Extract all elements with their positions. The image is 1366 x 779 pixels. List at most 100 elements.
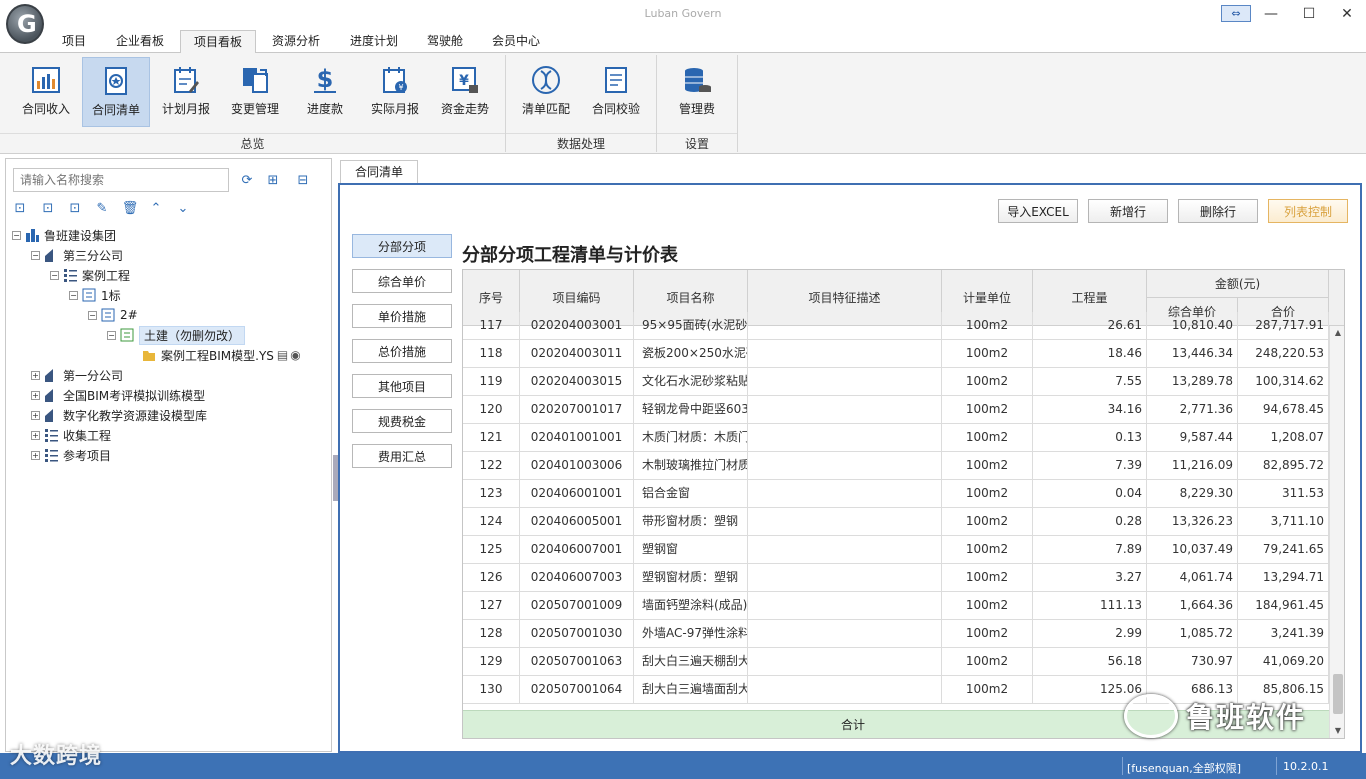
tab-contract-list[interactable]: 合同清单 bbox=[340, 160, 419, 184]
cell-seq[interactable]: 122 bbox=[463, 452, 520, 479]
cell-seq[interactable]: 129 bbox=[463, 648, 520, 675]
table-row[interactable]: 129 020507001063 刮大白三遍天棚刮大 100m2 56.18 730.97… bbox=[463, 648, 1329, 676]
expand-icon[interactable]: + bbox=[31, 390, 40, 400]
cell-description[interactable] bbox=[748, 564, 942, 591]
model-info-icon[interactable]: ▤ bbox=[277, 348, 288, 362]
move-up-icon[interactable]: ⌃ bbox=[147, 199, 165, 217]
cell-seq[interactable]: 130 bbox=[463, 676, 520, 703]
model-view-icon[interactable]: ◉ bbox=[290, 348, 300, 362]
cell-total[interactable]: 79,241.65 bbox=[1238, 536, 1329, 563]
cell-total[interactable]: 3,711.10 bbox=[1238, 508, 1329, 535]
cell-quantity[interactable]: 56.18 bbox=[1033, 648, 1147, 675]
cell-seq[interactable]: 123 bbox=[463, 480, 520, 507]
cell-total[interactable]: 41,069.20 bbox=[1238, 648, 1329, 675]
table-row[interactable]: 120 020207001017 轻钢龙骨中距竖603 100m2 34.16 2,771… bbox=[463, 396, 1329, 424]
contract-list-button[interactable]: 合同清单 bbox=[82, 57, 150, 127]
collapse-all-icon[interactable]: ⊟ bbox=[294, 171, 312, 189]
maximize-button[interactable]: ☐ bbox=[1290, 0, 1328, 28]
expand-icon[interactable]: + bbox=[31, 430, 40, 440]
cell-quantity[interactable]: 3.27 bbox=[1033, 564, 1147, 591]
tree-node[interactable]: − 鲁班建设集团 bbox=[12, 225, 116, 245]
cell-total[interactable]: 1,208.07 bbox=[1238, 424, 1329, 451]
tree-node-selected[interactable]: − 土建（勿删勿改） bbox=[107, 325, 246, 345]
cell-description[interactable] bbox=[748, 312, 942, 339]
cell-description[interactable] bbox=[748, 592, 942, 619]
table-row[interactable]: 117 020204003001 95×95面砖(水泥砂浆 100m2 26.61 10,… bbox=[463, 312, 1329, 340]
tab-project-board[interactable]: 项目看板 bbox=[180, 30, 256, 54]
add-unit-icon[interactable]: ⊡ bbox=[66, 199, 84, 217]
cell-total[interactable]: 82,895.72 bbox=[1238, 452, 1329, 479]
cell-seq[interactable]: 126 bbox=[463, 564, 520, 591]
cell-code[interactable]: 020204003011 bbox=[520, 340, 634, 367]
cell-quantity[interactable]: 7.55 bbox=[1033, 368, 1147, 395]
sidebtn-unit-price-measures[interactable]: 单价措施 bbox=[352, 304, 452, 328]
scroll-up-icon[interactable]: ▲ bbox=[1330, 326, 1344, 340]
cell-code[interactable]: 020204003001 bbox=[520, 312, 634, 339]
cell-unit-price[interactable]: 13,289.78 bbox=[1147, 368, 1238, 395]
cell-description[interactable] bbox=[748, 536, 942, 563]
add-row-button[interactable]: 新增行 bbox=[1088, 199, 1168, 223]
cell-unit[interactable]: 100m2 bbox=[942, 368, 1033, 395]
sidebtn-other-items[interactable]: 其他项目 bbox=[352, 374, 452, 398]
expand-icon[interactable]: + bbox=[31, 370, 40, 380]
cell-seq[interactable]: 124 bbox=[463, 508, 520, 535]
cell-code[interactable]: 020204003015 bbox=[520, 368, 634, 395]
sidebtn-total-price-measures[interactable]: 总价措施 bbox=[352, 339, 452, 363]
refresh-icon[interactable]: ⟳ bbox=[238, 171, 256, 189]
cell-description[interactable] bbox=[748, 340, 942, 367]
cell-description[interactable] bbox=[748, 396, 942, 423]
swap-icon[interactable]: ⇔ bbox=[1221, 5, 1251, 22]
cell-code[interactable]: 020507001063 bbox=[520, 648, 634, 675]
cell-unit-price[interactable]: 11,216.09 bbox=[1147, 452, 1238, 479]
change-management-button[interactable]: 变更管理 bbox=[222, 57, 288, 127]
delete-icon[interactable]: 🗑 bbox=[121, 199, 139, 217]
cell-total[interactable]: 3,241.39 bbox=[1238, 620, 1329, 647]
cell-unit[interactable]: 100m2 bbox=[942, 340, 1033, 367]
expand-icon[interactable]: + bbox=[31, 450, 40, 460]
import-excel-button[interactable]: 导入EXCEL bbox=[998, 199, 1078, 223]
contract-income-button[interactable]: 合同收入 bbox=[13, 57, 79, 127]
tab-cockpit[interactable]: 驾驶舱 bbox=[416, 30, 474, 54]
expand-icon[interactable]: + bbox=[31, 410, 40, 420]
cell-unit[interactable]: 100m2 bbox=[942, 620, 1033, 647]
cell-quantity[interactable]: 2.99 bbox=[1033, 620, 1147, 647]
cell-name[interactable]: 95×95面砖(水泥砂浆 bbox=[634, 312, 748, 339]
plan-monthly-report-button[interactable]: 计划月报 bbox=[153, 57, 219, 127]
contract-verify-button[interactable]: 合同校验 bbox=[583, 57, 649, 127]
cell-total[interactable]: 100,314.62 bbox=[1238, 368, 1329, 395]
sidebtn-sub-items[interactable]: 分部分项 bbox=[352, 234, 452, 258]
cell-name[interactable]: 木质门材质：木质门 bbox=[634, 424, 748, 451]
table-row[interactable]: 122 020401003006 木制玻璃推拉门材质 100m2 7.39 11,216.… bbox=[463, 452, 1329, 480]
cell-quantity[interactable]: 18.46 bbox=[1033, 340, 1147, 367]
cell-code[interactable]: 020507001030 bbox=[520, 620, 634, 647]
fund-trend-button[interactable]: ¥ 资金走势 bbox=[432, 57, 498, 127]
cell-code[interactable]: 020406001001 bbox=[520, 480, 634, 507]
collapse-icon[interactable]: − bbox=[50, 270, 59, 280]
tab-project[interactable]: 项目 bbox=[52, 30, 96, 54]
cell-unit-price[interactable]: 730.97 bbox=[1147, 648, 1238, 675]
cell-code[interactable]: 020507001064 bbox=[520, 676, 634, 703]
cell-seq[interactable]: 118 bbox=[463, 340, 520, 367]
cell-name[interactable]: 铝合金窗 bbox=[634, 480, 748, 507]
table-row[interactable]: 125 020406007001 塑钢窗 100m2 7.89 10,037.49 79,2… bbox=[463, 536, 1329, 564]
app-logo[interactable]: G bbox=[6, 4, 44, 44]
table-row[interactable]: 127 020507001009 墙面钙塑涂料(成品) 100m2 111.13 1,66… bbox=[463, 592, 1329, 620]
collapse-icon[interactable]: − bbox=[31, 250, 40, 260]
table-row[interactable]: 118 020204003011 瓷板200×250水泥砂 100m2 18.46 13,… bbox=[463, 340, 1329, 368]
tree-node[interactable]: + 收集工程 bbox=[31, 425, 111, 445]
cell-code[interactable]: 020507001009 bbox=[520, 592, 634, 619]
cell-seq[interactable]: 127 bbox=[463, 592, 520, 619]
sidebtn-unit-price[interactable]: 综合单价 bbox=[352, 269, 452, 293]
cell-unit[interactable]: 100m2 bbox=[942, 396, 1033, 423]
cell-description[interactable] bbox=[748, 648, 942, 675]
cell-name[interactable]: 带形窗材质：塑钢 bbox=[634, 508, 748, 535]
cell-total[interactable]: 94,678.45 bbox=[1238, 396, 1329, 423]
cell-seq[interactable]: 121 bbox=[463, 424, 520, 451]
cell-unit-price[interactable]: 8,229.30 bbox=[1147, 480, 1238, 507]
cell-description[interactable] bbox=[748, 480, 942, 507]
sidebtn-cost-summary[interactable]: 费用汇总 bbox=[352, 444, 452, 468]
cell-unit[interactable]: 100m2 bbox=[942, 536, 1033, 563]
move-down-icon[interactable]: ⌄ bbox=[174, 199, 192, 217]
management-fee-button[interactable]: 管理费 bbox=[664, 57, 730, 127]
collapse-icon[interactable]: − bbox=[69, 290, 78, 300]
